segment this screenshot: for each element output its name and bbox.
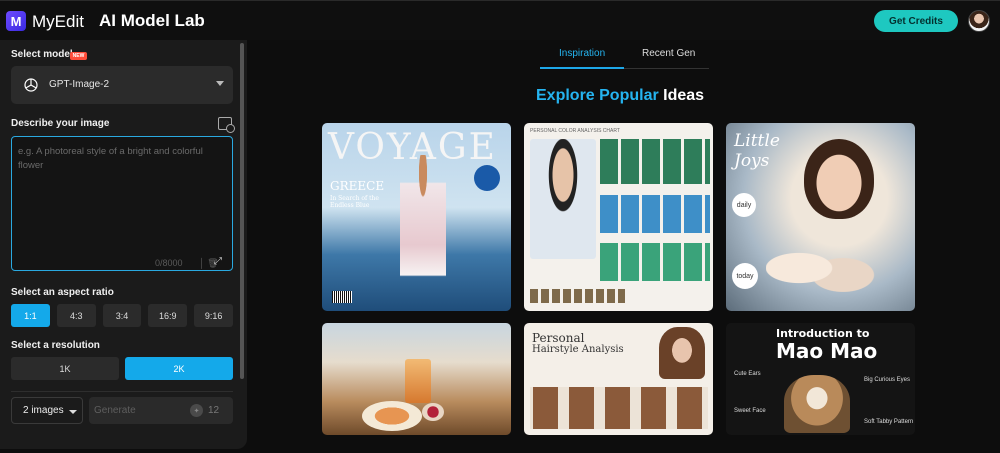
image-count-dropdown[interactable]: 2 images: [11, 397, 83, 424]
today-bubble: today: [732, 263, 758, 289]
card-subhead: Mao Mao: [776, 339, 878, 363]
ratio-4-3-button[interactable]: 4:3: [56, 304, 96, 327]
image-count-value: 2 images: [23, 405, 64, 416]
top-bar: M MyEdit AI Model Lab Get Credits: [0, 0, 1000, 40]
aspect-ratio-label: Select an aspect ratio: [11, 287, 114, 298]
model-dropdown[interactable]: GPT-Image-2: [11, 66, 233, 104]
figurines: [766, 233, 876, 303]
swatch-row-2: [600, 195, 710, 233]
woman-face: [804, 139, 874, 219]
cat-illustration: [784, 375, 850, 433]
model-portrait: [659, 327, 705, 379]
card-headline: Personal: [532, 331, 585, 345]
new-badge: NEW: [70, 52, 87, 60]
brand-name[interactable]: MyEdit: [32, 12, 84, 32]
credit-cost: 12: [208, 405, 220, 416]
resolution-group: 1K 2K: [11, 357, 233, 380]
mao-mao-card[interactable]: Introduction to Mao Mao Cute Ears Big Cu…: [726, 323, 915, 435]
caption-sweet-face: Sweet Face: [734, 408, 766, 414]
explore-title: Explore Popular Ideas: [536, 87, 704, 105]
ratio-3-4-button[interactable]: 3:4: [102, 304, 142, 327]
card-headline: PERSONAL COLOR ANALYSIS CHART: [530, 128, 620, 134]
barcode: [332, 291, 352, 303]
daily-bubble: daily: [732, 193, 756, 217]
hairstyle-grid: [530, 387, 708, 429]
card-subhead: GREECE: [330, 179, 385, 193]
card-headline: Little Joys: [734, 131, 780, 171]
drink-glass: [405, 359, 431, 403]
page-title: AI Model Lab: [99, 11, 205, 30]
voyage-magazine-card[interactable]: VOYAGE GREECE In Search of the Endless B…: [322, 123, 511, 311]
ratio-16-9-button[interactable]: 16:9: [148, 304, 188, 327]
resolution-label: Select a resolution: [11, 340, 100, 351]
prompt-box: 0/8000 │ 🗑 ⤢: [11, 136, 233, 271]
generate-button[interactable]: Generate ✦ 12: [89, 397, 233, 424]
card-subhead: Hairstyle Analysis: [532, 344, 624, 355]
hairstyle-analysis-card[interactable]: Personal Hairstyle Analysis: [524, 323, 713, 435]
little-joys-card[interactable]: Little Joys daily today: [726, 123, 915, 311]
get-credits-button[interactable]: Get Credits: [874, 10, 958, 32]
tab-inspiration[interactable]: Inspiration: [559, 48, 605, 59]
tab-recent-gen[interactable]: Recent Gen: [642, 48, 695, 59]
palette-swatches: [530, 289, 625, 303]
chevron-down-icon: [69, 410, 77, 414]
select-model-label: Select model: [11, 49, 73, 60]
greece-seal: [474, 165, 500, 191]
gallery-tabs: Inspiration Recent Gen: [540, 45, 709, 69]
personal-color-card[interactable]: PERSONAL COLOR ANALYSIS CHART: [524, 123, 713, 311]
caption-tabby-pattern: Soft Tabby Pattern: [864, 419, 914, 425]
char-count: 0/8000: [155, 258, 183, 268]
active-tab-indicator: [540, 67, 624, 69]
food-plate: [362, 401, 422, 431]
describe-image-label: Describe your image: [11, 118, 110, 129]
panel-scrollbar[interactable]: [240, 43, 244, 379]
chevron-down-icon: [216, 81, 224, 86]
credit-coin-icon: ✦: [190, 404, 203, 417]
card-tagline: In Search of the Endless Blue: [330, 195, 379, 209]
divider: [11, 391, 233, 392]
caption-curious-eyes: Big Curious Eyes: [864, 377, 911, 383]
prompt-input[interactable]: [18, 145, 223, 245]
openai-icon: [21, 75, 41, 95]
explore-title-rest: Ideas: [663, 87, 705, 104]
swatch-row-1: [600, 139, 710, 184]
image-reference-icon[interactable]: [218, 117, 235, 133]
expand-icon[interactable]: ⤢: [214, 256, 222, 267]
myedit-logo-icon[interactable]: M: [6, 11, 26, 31]
berries-bowl: [422, 403, 444, 421]
generate-label: Generate: [94, 405, 136, 416]
caption-cute-ears: Cute Ears: [734, 371, 761, 377]
portrait-photo: [530, 139, 596, 259]
resolution-2k-button[interactable]: 2K: [125, 357, 233, 380]
ratio-1-1-button[interactable]: 1:1: [11, 304, 50, 327]
model-name: GPT-Image-2: [49, 79, 110, 90]
swatch-row-3: [600, 243, 710, 281]
explore-title-accent: Explore Popular: [536, 87, 659, 104]
user-avatar[interactable]: [968, 10, 990, 32]
ratio-9-16-button[interactable]: 9:16: [194, 304, 233, 327]
resolution-1k-button[interactable]: 1K: [11, 357, 119, 380]
model-figure: [400, 155, 446, 305]
aspect-ratio-group: 1:1 4:3 3:4 16:9 9:16: [11, 304, 233, 327]
picnic-card[interactable]: [322, 323, 511, 435]
